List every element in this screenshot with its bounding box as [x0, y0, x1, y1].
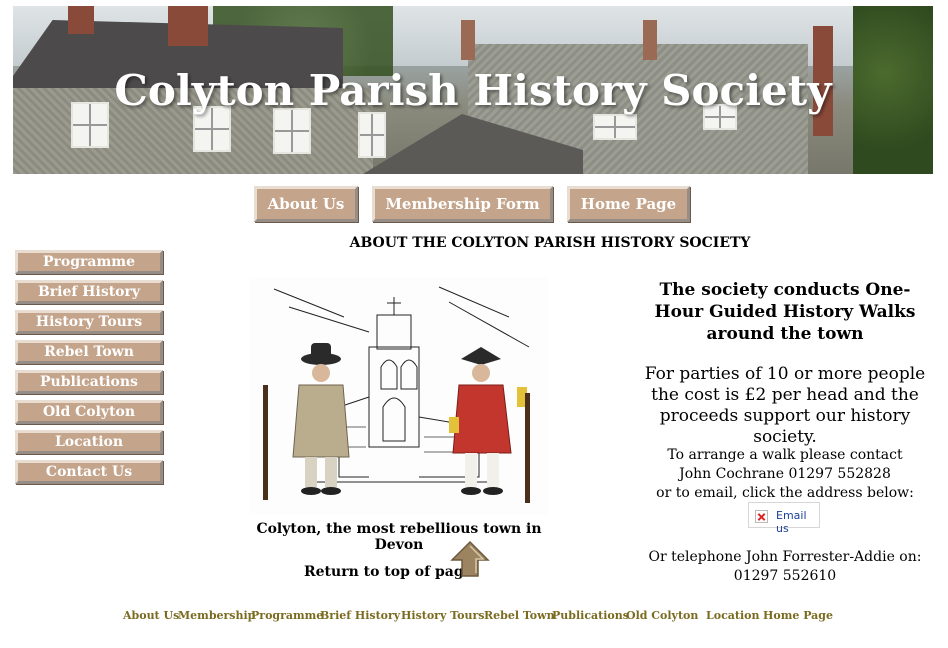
broken-image-icon: [755, 510, 768, 523]
sidebar-history-tours-button[interactable]: History Tours: [15, 310, 163, 334]
contact-line: To arrange a walk please contact: [667, 447, 903, 463]
phone-line: Or telephone John Forrester-Addie on:: [648, 549, 922, 565]
nav-about-us-button[interactable]: About Us: [254, 186, 358, 222]
site-title: Colyton Parish History Society: [114, 66, 832, 115]
contact-line: or to email, click the address below:: [656, 485, 914, 501]
sidebar-location-button[interactable]: Location: [15, 430, 163, 454]
footer-link-location[interactable]: Location: [706, 609, 760, 622]
page-heading: ABOUT THE COLYTON PARISH HISTORY SOCIETY: [349, 235, 751, 251]
walks-contact-text: To arrange a walk please contact John Co…: [640, 446, 930, 503]
banner-window: [593, 114, 637, 140]
walks-cost-text: For parties of 10 or more people the cos…: [644, 364, 926, 447]
banner-chimney: [461, 20, 475, 60]
footer-link-home-page[interactable]: Home Page: [763, 609, 833, 622]
sidebar-old-colyton-button[interactable]: Old Colyton: [15, 400, 163, 424]
up-arrow-icon[interactable]: [450, 540, 490, 578]
rebel-town-illustration: [249, 277, 549, 515]
sidebar-contact-us-button[interactable]: Contact Us: [15, 460, 163, 484]
email-us-label: Email us: [776, 509, 807, 535]
banner-chimney: [68, 6, 94, 34]
sidebar-publications-button[interactable]: Publications: [15, 370, 163, 394]
return-to-top-link[interactable]: Return to top of page: [304, 564, 473, 580]
footer-link-brief-history[interactable]: Brief History: [320, 609, 400, 622]
sidebar-programme-button[interactable]: Programme: [15, 250, 163, 274]
email-us-link[interactable]: Email us: [748, 502, 820, 535]
footer-nav: About Us Membership Programme Brief Hist…: [0, 609, 948, 625]
footer-link-membership[interactable]: Membership: [178, 609, 255, 622]
nav-membership-form-button[interactable]: Membership Form: [372, 186, 553, 222]
contact-line: John Cochrane 01297 552828: [679, 466, 891, 482]
footer-link-history-tours[interactable]: History Tours: [401, 609, 484, 622]
footer-link-rebel-town[interactable]: Rebel Town: [484, 609, 555, 622]
top-nav: About Us Membership Form Home Page: [0, 186, 948, 222]
footer-link-programme[interactable]: Programme: [251, 609, 323, 622]
illustration-caption: Colyton, the most rebellious town in Dev…: [256, 521, 542, 553]
banner-window: [358, 112, 386, 158]
phone-contact-text: Or telephone John Forrester-Addie on: 01…: [640, 548, 930, 586]
walks-headline: The society conducts One-Hour Guided His…: [654, 280, 916, 344]
footer-link-about-us[interactable]: About Us: [123, 609, 179, 622]
banner-chimney: [168, 6, 208, 46]
phone-line: 01297 552610: [733, 568, 837, 584]
banner-chimney: [643, 20, 657, 60]
nav-home-page-button[interactable]: Home Page: [567, 186, 690, 222]
church-soldiers-drawing: [263, 286, 530, 503]
footer-link-publications[interactable]: Publications: [552, 609, 629, 622]
sidebar-rebel-town-button[interactable]: Rebel Town: [15, 340, 163, 364]
sidebar-brief-history-button[interactable]: Brief History: [15, 280, 163, 304]
header-banner: Colyton Parish History Society: [13, 6, 933, 174]
footer-link-old-colyton[interactable]: Old Colyton: [626, 609, 698, 622]
